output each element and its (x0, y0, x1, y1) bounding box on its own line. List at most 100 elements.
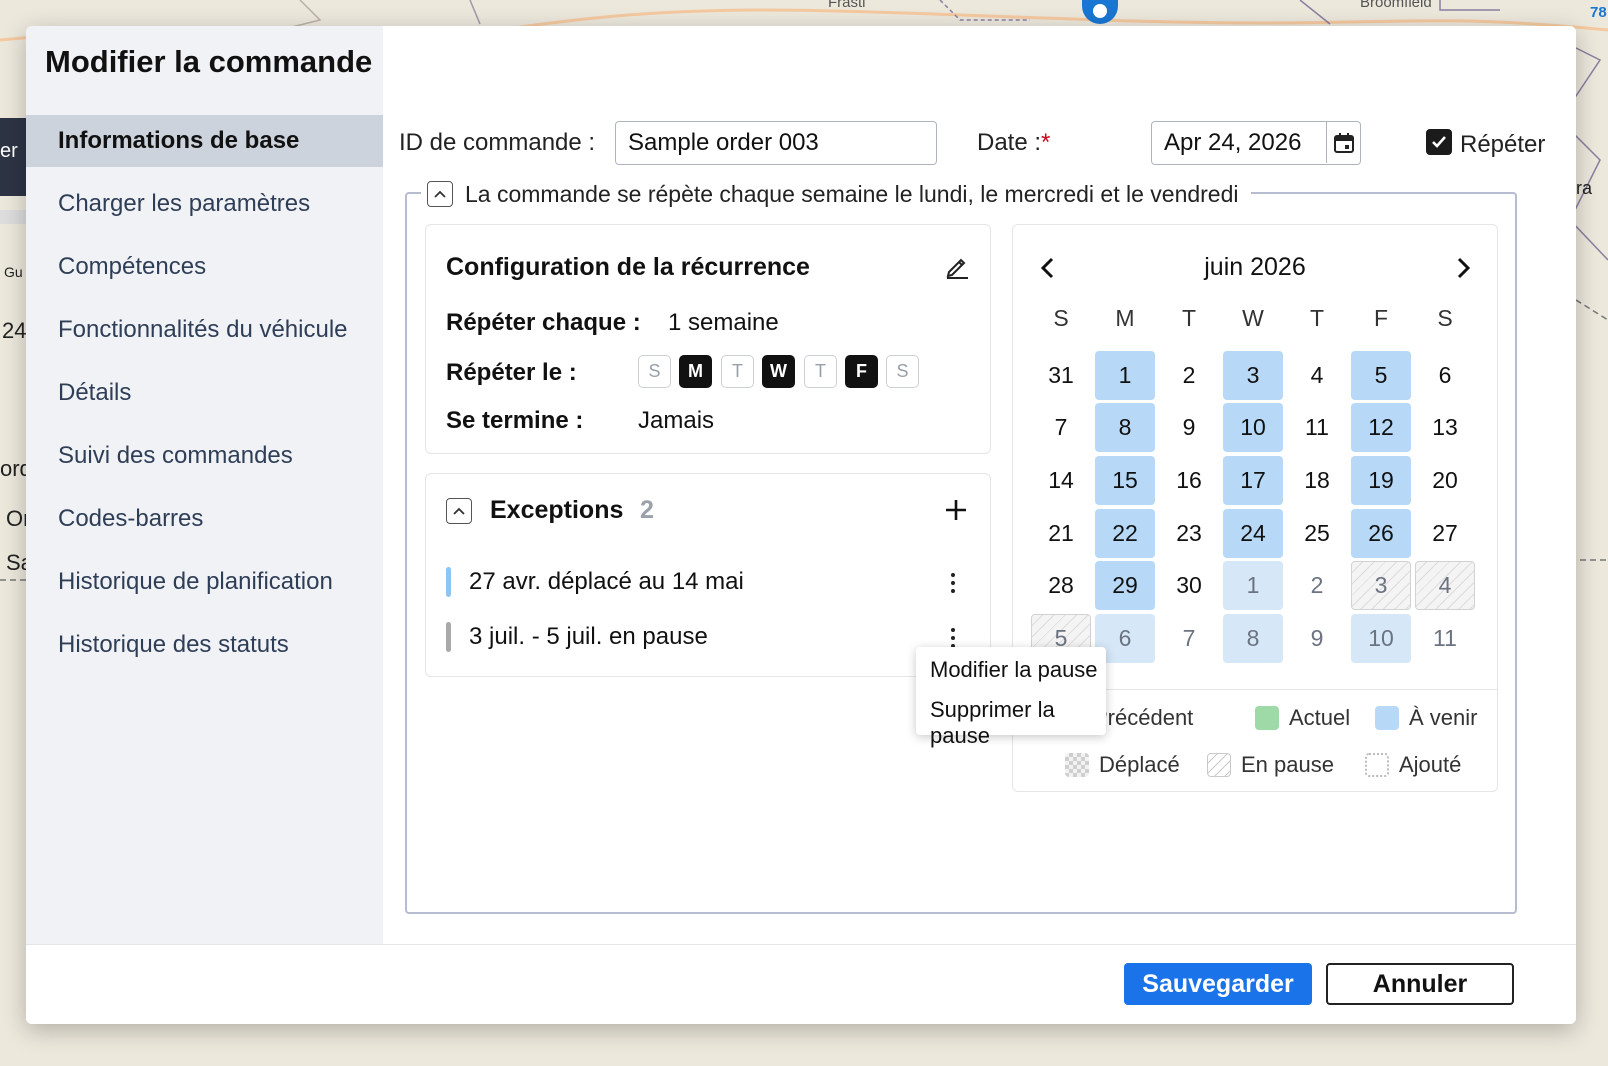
calendar-day[interactable]: 6 (1415, 351, 1475, 400)
calendar-day[interactable]: 11 (1287, 403, 1347, 452)
calendar-day[interactable]: 16 (1159, 456, 1219, 505)
legend-label: Actuel (1289, 705, 1351, 730)
main-content: ID de commande : Sample order 003 Date :… (383, 26, 1576, 944)
calendar-day[interactable]: 3 (1223, 351, 1283, 400)
sidebar: Modifier la commande Informations de bas… (26, 26, 383, 944)
legend-label: Ajouté (1399, 752, 1462, 777)
collapse-exceptions-button[interactable] (446, 498, 472, 524)
sidebar-item-skills[interactable]: Compétences (26, 241, 383, 293)
calendar-day[interactable]: 27 (1415, 509, 1475, 558)
calendar-day[interactable]: 8 (1223, 614, 1283, 663)
calendar-day[interactable]: 11 (1415, 614, 1475, 663)
calendar-day[interactable]: 18 (1287, 456, 1347, 505)
dialog-title: Modifier la commande (45, 44, 373, 79)
weekday-header: T (1309, 305, 1325, 331)
exception-color-bar (446, 622, 451, 652)
sidebar-item-order-tracking[interactable]: Suivi des commandes (26, 430, 383, 482)
day-toggle-friday[interactable]: F (845, 355, 878, 388)
calendar-day[interactable]: 28 (1031, 561, 1091, 610)
calendar-day[interactable]: 5 (1351, 351, 1411, 400)
calendar-day[interactable]: 21 (1031, 509, 1091, 558)
calendar-day[interactable]: 1 (1223, 561, 1283, 610)
calendar-day[interactable]: 23 (1159, 509, 1219, 558)
day-toggle-wednesday[interactable]: W (762, 355, 795, 388)
required-mark: * (1041, 129, 1051, 156)
calendar-day[interactable]: 1 (1095, 351, 1155, 400)
calendar-day[interactable]: 7 (1159, 614, 1219, 663)
sidebar-item-barcodes[interactable]: Codes-barres (26, 493, 383, 545)
repeat-label: Répéter (1460, 131, 1546, 158)
calendar-day[interactable]: 2 (1287, 561, 1347, 610)
calendar-day[interactable]: 4 (1287, 351, 1347, 400)
map-label: Broomfield (1360, 0, 1432, 11)
sidebar-item-details[interactable]: Détails (26, 367, 383, 419)
calendar-day[interactable]: 9 (1159, 403, 1219, 452)
sidebar-item-load-parameters[interactable]: Charger les paramètres (26, 178, 383, 230)
calendar-day[interactable]: 10 (1223, 403, 1283, 452)
calendar-icon[interactable] (1326, 122, 1360, 163)
more-options-icon[interactable] (950, 628, 956, 648)
calendar-day[interactable]: 13 (1415, 403, 1475, 452)
delete-pause-menu-item[interactable]: Supprimer la pause (930, 697, 1106, 749)
calendar-day[interactable]: 24 (1223, 509, 1283, 558)
weekday-header: S (1437, 305, 1453, 331)
calendar-day[interactable]: 31 (1031, 351, 1091, 400)
cancel-button[interactable]: Annuler (1326, 963, 1514, 1005)
calendar-day[interactable]: 12 (1351, 403, 1411, 452)
calendar-day[interactable]: 14 (1031, 456, 1091, 505)
day-toggle-sunday[interactable]: S (638, 355, 671, 388)
more-options-icon[interactable] (950, 573, 956, 593)
legend-swatch (1365, 753, 1389, 777)
calendar-day[interactable]: 7 (1031, 403, 1091, 452)
calendar-day[interactable]: 29 (1095, 561, 1155, 610)
calendar-day[interactable]: 8 (1095, 403, 1155, 452)
calendar-day[interactable]: 20 (1415, 456, 1475, 505)
recurrence-config-card: Configuration de la récurrence Répéter c… (425, 224, 991, 454)
sidebar-item-vehicle-features[interactable]: Fonctionnalités du véhicule (26, 304, 383, 356)
exception-item[interactable]: 3 juil. - 5 juil. en pause (446, 621, 708, 653)
legend-item-current: Actuel (1255, 705, 1350, 731)
edit-icon[interactable] (944, 253, 970, 279)
calendar-month: juin 2026 (1204, 253, 1306, 281)
repeat-checkbox[interactable] (1426, 129, 1452, 155)
day-toggle-saturday[interactable]: S (886, 355, 919, 388)
legend-label: Déplacé (1099, 752, 1180, 777)
ends-label: Se termine : (446, 407, 584, 434)
sidebar-item-basic-info[interactable]: Informations de base (26, 115, 383, 167)
save-button[interactable]: Sauvegarder (1124, 963, 1312, 1005)
calendar-day[interactable]: 9 (1287, 614, 1347, 663)
exception-item[interactable]: 27 avr. déplacé au 14 mai (446, 566, 744, 598)
legend-item-moved: Déplacé (1065, 752, 1180, 778)
day-toggle-thursday[interactable]: T (804, 355, 837, 388)
calendar-day[interactable]: 30 (1159, 561, 1219, 610)
sidebar-item-planning-history[interactable]: Historique de planification (26, 556, 383, 608)
calendar-day[interactable]: 19 (1351, 456, 1411, 505)
date-label-text: Date : (977, 129, 1042, 156)
calendar-day[interactable]: 4 (1415, 561, 1475, 610)
calendar-day[interactable]: 26 (1351, 509, 1411, 558)
collapse-recurrence-button[interactable] (427, 181, 453, 207)
background-fragment: er (0, 140, 18, 162)
order-header-row: ID de commande : Sample order 003 Date :… (383, 121, 1576, 165)
chevron-right-icon[interactable] (1450, 255, 1476, 281)
calendar-day[interactable]: 2 (1159, 351, 1219, 400)
day-toggle-monday[interactable]: M (679, 355, 712, 388)
calendar-day[interactable]: 22 (1095, 509, 1155, 558)
calendar-day[interactable]: 25 (1287, 509, 1347, 558)
add-exception-icon[interactable] (944, 498, 968, 522)
calendar-day[interactable]: 17 (1223, 456, 1283, 505)
calendar-day[interactable]: 3 (1351, 561, 1411, 610)
edit-pause-menu-item[interactable]: Modifier la pause (930, 657, 1098, 683)
date-input[interactable]: Apr 24, 2026 (1151, 121, 1361, 165)
sidebar-item-status-history[interactable]: Historique des statuts (26, 619, 383, 671)
legend-item-paused: En pause (1207, 752, 1334, 778)
calendar-day[interactable]: 15 (1095, 456, 1155, 505)
repeat-every-label: Répéter chaque : (446, 309, 641, 336)
legend-swatch (1207, 753, 1231, 777)
order-id-label: ID de commande : (399, 129, 596, 156)
day-toggle-tuesday[interactable]: T (721, 355, 754, 388)
weekday-header: T (1181, 305, 1197, 331)
order-id-input[interactable]: Sample order 003 (615, 121, 937, 165)
ends-value: Jamais (638, 407, 715, 434)
calendar-day[interactable]: 10 (1351, 614, 1411, 663)
